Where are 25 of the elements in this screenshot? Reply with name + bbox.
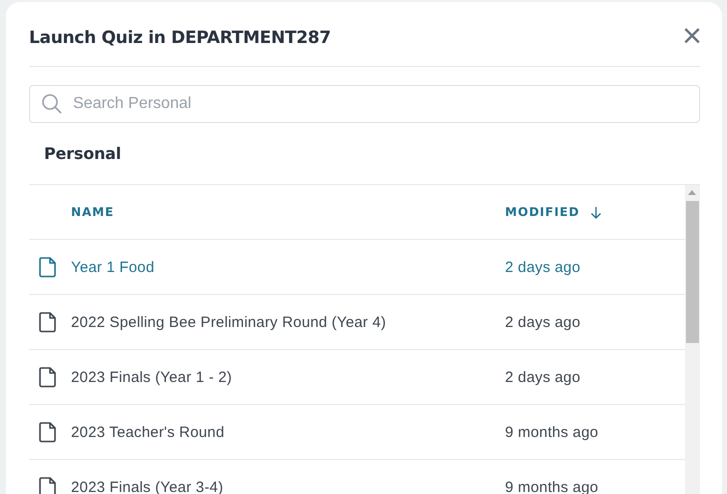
modified-date: 9 months ago: [505, 424, 600, 440]
file-row[interactable]: 2023 Teacher's Round 9 months ago: [29, 405, 685, 460]
document-icon: [38, 256, 58, 278]
document-icon: [38, 476, 58, 494]
modified-date: 2 days ago: [505, 258, 582, 276]
search-icon: [41, 93, 63, 115]
document-icon: [38, 311, 58, 333]
dialog-title: Launch Quiz in DEPARTMENT287: [29, 28, 331, 48]
document-icon: [38, 421, 58, 443]
modified-date: 2 days ago: [505, 314, 582, 330]
quiz-name: 2023 Teacher's Round: [71, 424, 226, 440]
column-header[interactable]: MODIFIED: [505, 205, 685, 219]
modified-date: 2 days ago: [505, 368, 582, 386]
file-row[interactable]: Year 1 Food 2 days ago: [29, 240, 685, 295]
search-field[interactable]: Search Personal: [29, 85, 700, 123]
column-header[interactable]: NAME: [71, 205, 505, 219]
quiz-name: Year 1 Food: [71, 258, 156, 276]
document-icon: [38, 366, 58, 388]
scrollbar[interactable]: [685, 185, 700, 494]
close-button[interactable]: ×: [682, 21, 702, 51]
section-heading: Personal: [43, 143, 122, 165]
file-row[interactable]: 2022 Spelling Bee Preliminary Round (Year 4) 2 days ago: [29, 295, 685, 350]
quiz-name: 2023 Finals (Year 1 - 2): [71, 368, 233, 386]
file-row[interactable]: 2023 Finals (Year 1 - 2) 2 days ago: [29, 350, 685, 405]
quiz-name: 2022 Spelling Bee Preliminary Round (Year 4): [71, 314, 388, 330]
